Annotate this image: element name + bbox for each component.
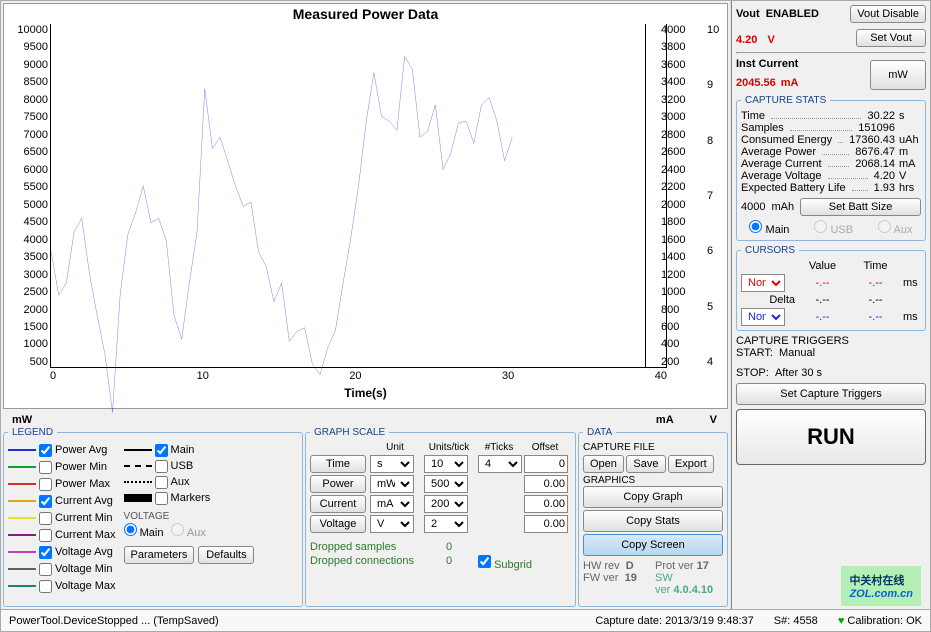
mw-button[interactable]: mW — [870, 60, 926, 90]
set-batt-button[interactable]: Set Batt Size — [800, 198, 921, 216]
watermark: 中关村在线 ZOL.com.cn — [841, 566, 921, 606]
heart-icon: ♥ — [838, 615, 845, 627]
cursors-panel: CURSORS ValueTime None -.---.--ms Delta-… — [736, 245, 926, 331]
set-vout-button[interactable]: Set Vout — [856, 29, 926, 47]
x-axis-label: Time(s) — [4, 386, 727, 400]
status-device: PowerTool.DeviceStopped ... (TempSaved) — [9, 615, 219, 627]
run-button[interactable]: RUN — [736, 409, 926, 465]
status-bar: PowerTool.DeviceStopped ... (TempSaved) … — [1, 609, 930, 631]
set-triggers-button[interactable]: Set Capture Triggers — [736, 383, 926, 405]
status-serial: S#: 4558 — [774, 615, 818, 627]
cursor1-select[interactable]: None — [741, 274, 785, 292]
status-calibration: Calibration: OK — [847, 615, 922, 627]
cursor2-select[interactable]: None — [741, 308, 785, 326]
src-main-radio[interactable] — [749, 220, 762, 233]
vout-disable-button[interactable]: Vout Disable — [850, 5, 926, 23]
export-button[interactable]: Export — [668, 455, 714, 473]
capture-stats-panel: CAPTURE STATS Time30.22sSamples151096Con… — [736, 95, 926, 241]
chart-area: Measured Power Data 10000950090008500800… — [3, 3, 728, 409]
chart-title: Measured Power Data — [4, 4, 727, 24]
status-capture-date: Capture date: 2013/3/19 9:48:37 — [595, 615, 753, 627]
